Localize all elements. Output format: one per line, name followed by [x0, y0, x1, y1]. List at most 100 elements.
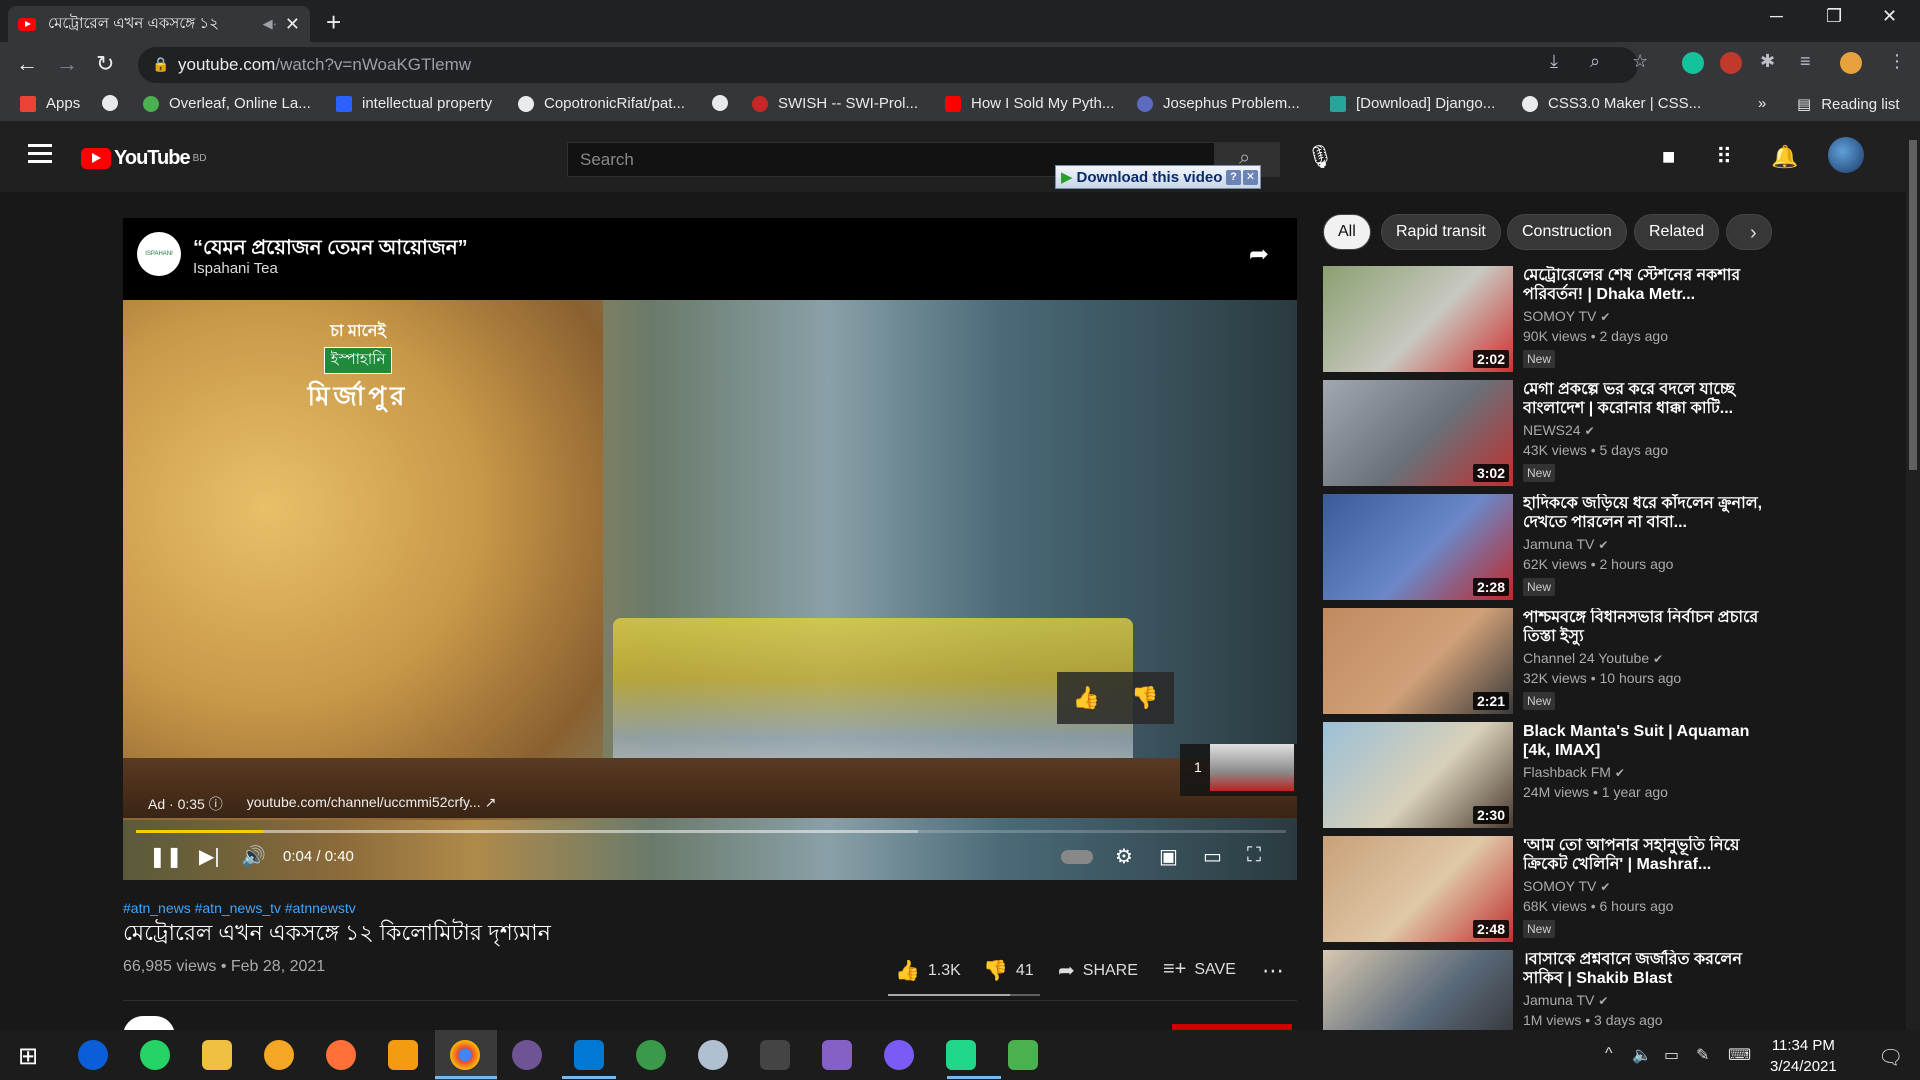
media-control-icon[interactable]: ≡ [1800, 51, 1811, 72]
recommendation-title[interactable]: হাদিককে জড়িয়ে ধরে কাঁদলেন ক্রুনাল, দেখ… [1523, 494, 1763, 532]
reading-list[interactable]: ▤ Reading list [1797, 95, 1900, 114]
tray-overflow-icon[interactable]: ^ [1605, 1045, 1613, 1063]
file-explorer-icon[interactable] [202, 1040, 232, 1070]
visual-studio-icon[interactable] [822, 1040, 852, 1070]
share-icon[interactable]: ➦ [1249, 240, 1269, 269]
scrollbar-thumb[interactable] [1909, 140, 1917, 470]
pen-icon[interactable]: ✎ [1696, 1045, 1709, 1065]
bookmark-star-icon[interactable]: ☆ [1632, 51, 1648, 72]
forward-icon[interactable]: → [56, 51, 78, 77]
pause-icon[interactable]: ❚❚ [149, 844, 183, 869]
close-icon[interactable]: ✕ [1243, 169, 1258, 185]
profile-avatar[interactable] [1840, 52, 1862, 74]
theater-mode-icon[interactable]: ▭ [1203, 844, 1222, 869]
bookmark-overleaf[interactable]: Overleaf, Online La... [143, 95, 311, 112]
whatsapp-icon[interactable] [140, 1040, 170, 1070]
settings-gear-icon[interactable]: ⚙ [1115, 844, 1133, 869]
bookmarks-overflow[interactable]: » [1758, 95, 1766, 112]
recommendation-item[interactable]: 2:02 মেট্রোরেলের শেষ স্টেশনের নকশার পরিবর… [1323, 266, 1763, 374]
bookmark-globe-2[interactable] [712, 95, 738, 111]
chip-related[interactable]: Related [1634, 214, 1720, 250]
bookmark-josephus[interactable]: Josephus Problem... [1137, 95, 1300, 112]
create-video-icon[interactable]: ■ [1662, 144, 1675, 170]
keyboard-icon[interactable]: ⌨ [1728, 1045, 1751, 1065]
recommendation-item[interactable]: 2:30 Black Manta's Suit | Aquaman [4k, IM… [1323, 722, 1763, 830]
recommendation-title[interactable]: পাশ্চমবঙ্গে বিধানসভার নির্বাচন প্রচারে ত… [1523, 608, 1763, 646]
messenger-icon[interactable] [884, 1040, 914, 1070]
notifications-bell-icon[interactable]: 🔔 [1771, 144, 1798, 170]
recommendation-title[interactable]: Black Manta's Suit | Aquaman [4k, IMAX] [1523, 722, 1763, 760]
close-window-icon[interactable]: ✕ [1882, 6, 1897, 27]
volume-icon[interactable]: 🔈 [1632, 1045, 1652, 1065]
fullscreen-icon[interactable]: ⛶ [1247, 844, 1261, 867]
advertiser-logo[interactable]: ISPAHANI [137, 232, 181, 276]
firefox-icon[interactable] [326, 1040, 356, 1070]
wireshark-icon[interactable] [698, 1040, 728, 1070]
bookmark-apps[interactable]: Apps [20, 95, 80, 112]
lock-icon[interactable]: 🔒 [152, 56, 169, 73]
bookmark-youtube[interactable]: How I Sold My Pyth... [945, 95, 1114, 112]
grammarly-extension-icon[interactable] [1682, 52, 1704, 74]
recommendation-item[interactable]: 2:21 পাশ্চমবঙ্গে বিধানসভার নির্বাচন প্রচা… [1323, 608, 1763, 716]
hashtags[interactable]: #atn_news #atn_news_tv #atnnewstv [123, 900, 356, 916]
reload-icon[interactable]: ↻ [96, 51, 114, 77]
address-bar[interactable]: 🔒 youtube.com/watch?v=nWoaKGTlemw [138, 47, 1638, 83]
save-button[interactable]: ≡+ SAVE [1163, 958, 1236, 981]
office-app-icon[interactable] [1008, 1040, 1038, 1070]
video-thumbnail[interactable]: 2:48 [1323, 836, 1513, 942]
microphone-icon[interactable]: 🎙 [1306, 144, 1334, 170]
bookmark-django[interactable]: [Download] Django... [1330, 95, 1495, 112]
recommendation-title[interactable]: 'আম তো আপনার সহানুভূতি নিয়ে ক্রিকেট খেল… [1523, 836, 1763, 874]
download-video-button[interactable]: ▶ Download this video ? ✕ [1055, 165, 1261, 189]
windows-start-icon[interactable]: ⊞ [18, 1042, 38, 1071]
thumbs-down-icon[interactable]: 👎 [1131, 685, 1158, 711]
recommendation-channel[interactable]: SOMOY TV ✔ [1523, 308, 1610, 324]
chip-rapid-transit[interactable]: Rapid transit [1381, 214, 1501, 250]
chips-next-icon[interactable]: › [1750, 222, 1757, 245]
ad-link[interactable]: youtube.com/channel/uccmmi52crfy... ↗ [247, 794, 497, 814]
recommendation-channel[interactable]: SOMOY TV ✔ [1523, 878, 1610, 894]
menu-icon[interactable] [28, 144, 52, 168]
share-button[interactable]: ➦ SHARE [1058, 958, 1138, 983]
recommendation-item[interactable]: 2:48 'আম তো আপনার সহানুভূতি নিয়ে ক্রিকেট… [1323, 836, 1763, 944]
tab-audio-icon[interactable]: ◀· [263, 16, 277, 32]
back-icon[interactable]: ← [16, 51, 38, 77]
network-icon[interactable]: ▭ [1664, 1045, 1679, 1065]
recommendation-channel[interactable]: Jamuna TV ✔ [1523, 536, 1608, 552]
extension-icon[interactable] [1720, 52, 1742, 74]
progress-bar[interactable] [136, 830, 1286, 833]
up-next-preview[interactable]: 1 [1180, 744, 1297, 796]
notifications-icon[interactable]: 🗨 [1878, 1045, 1903, 1070]
volume-icon[interactable]: 🔊 [241, 844, 266, 869]
account-avatar[interactable] [1828, 137, 1864, 173]
vpn-icon[interactable] [264, 1040, 294, 1070]
recommendation-channel[interactable]: NEWS24 ✔ [1523, 422, 1595, 438]
network-tool-icon[interactable] [760, 1040, 790, 1070]
github-desktop-icon[interactable] [512, 1040, 542, 1070]
video-thumbnail[interactable]: 2:28 [1323, 494, 1513, 600]
bookmark-ip[interactable]: intellectual property [336, 95, 492, 112]
vscode-icon[interactable] [574, 1040, 604, 1070]
recommendation-item[interactable]: 3:02 মেগা প্রকল্পে ভর করে বদলে যাচ্ছে বাং… [1323, 380, 1763, 488]
chip-all[interactable]: All [1323, 214, 1371, 250]
tab-close-button[interactable]: ✕ [285, 14, 300, 35]
new-tab-button[interactable]: + [326, 7, 341, 38]
browser-menu-icon[interactable]: ⋮ [1888, 51, 1906, 72]
video-thumbnail[interactable]: 2:02 [1323, 266, 1513, 372]
chip-partial[interactable] [1726, 214, 1772, 250]
next-icon[interactable]: ▶| [199, 844, 220, 869]
apps-icon[interactable]: ⠿ [1716, 144, 1732, 170]
recommendation-item[interactable]: 2:28 হাদিককে জড়িয়ে ধরে কাঁদলেন ক্রুনাল,… [1323, 494, 1763, 602]
extensions-puzzle-icon[interactable]: ✱ [1760, 51, 1775, 72]
recommendation-channel[interactable]: Channel 24 Youtube ✔ [1523, 650, 1663, 666]
video-thumbnail[interactable]: 3:02 [1323, 380, 1513, 486]
recommendation-channel[interactable]: Jamuna TV ✔ [1523, 992, 1608, 1008]
cortana-icon[interactable] [78, 1040, 108, 1070]
recommendation-channel[interactable]: Flashback FM ✔ [1523, 764, 1625, 780]
pycharm-icon[interactable] [946, 1040, 976, 1070]
lab-app-icon[interactable] [388, 1040, 418, 1070]
bookmark-github[interactable]: CopotronicRifat/pat... [518, 95, 685, 112]
page-scrollbar[interactable] [1906, 122, 1920, 1030]
install-icon[interactable]: ⤓ [1550, 51, 1558, 72]
chrome-icon[interactable] [450, 1040, 480, 1070]
